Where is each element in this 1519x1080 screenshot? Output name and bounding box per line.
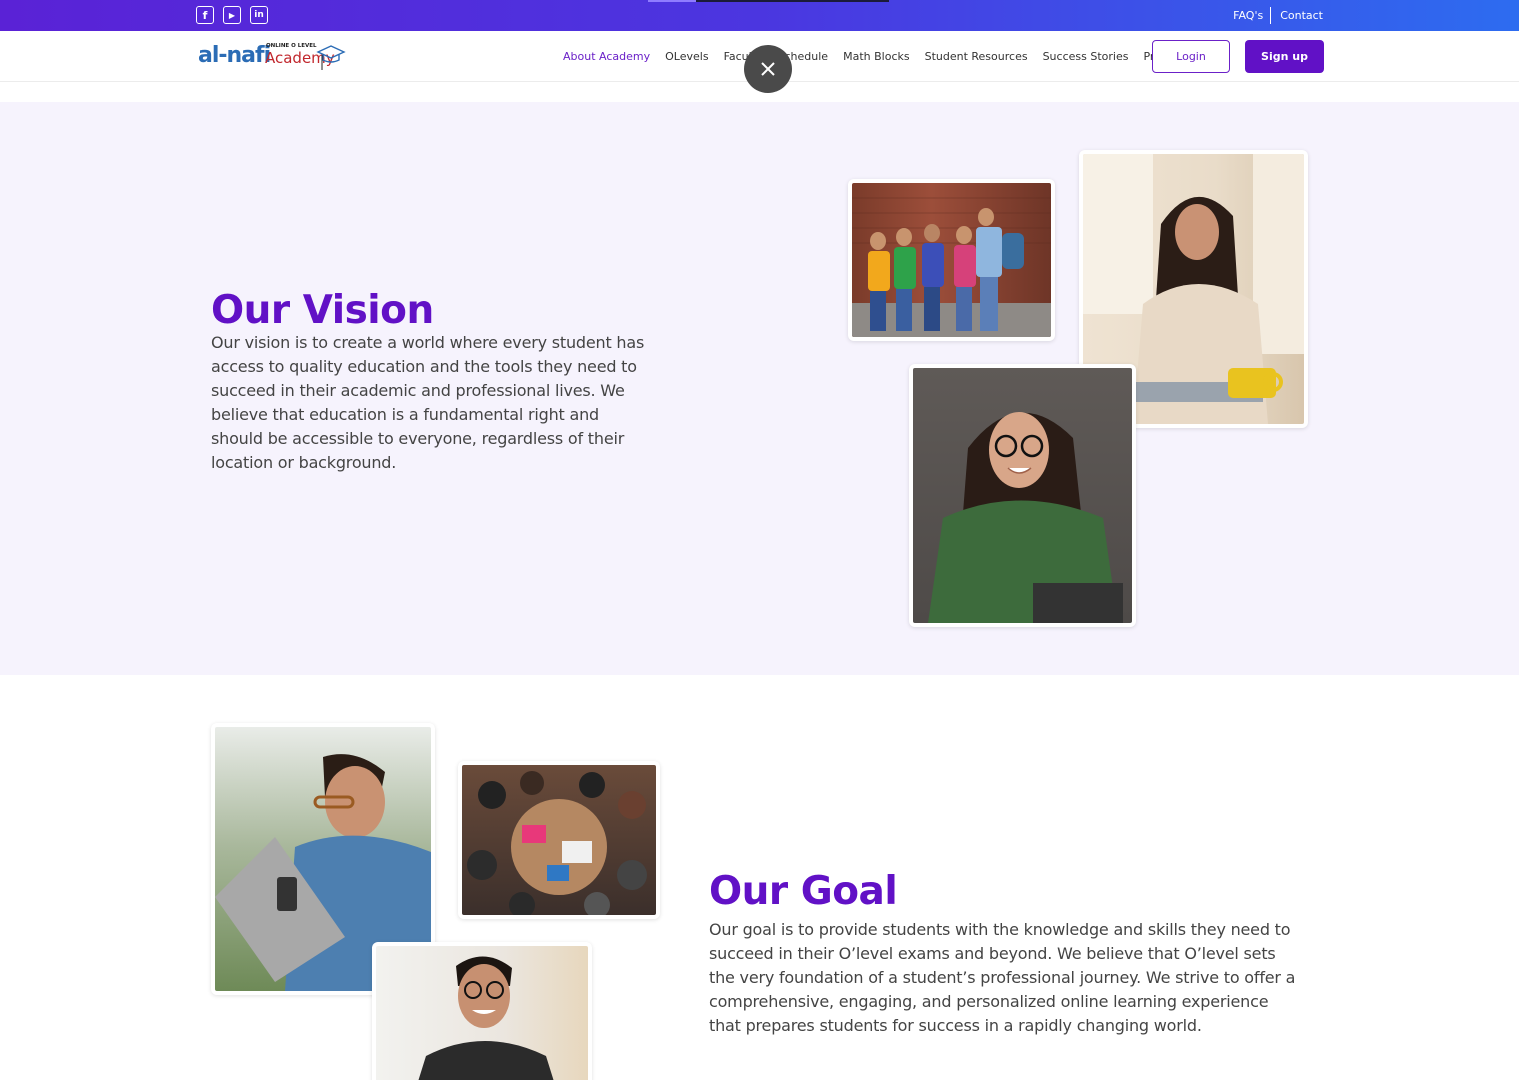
girl-glasses-image <box>928 412 1123 623</box>
top-links-divider <box>1270 7 1272 24</box>
vision-title: Our Vision <box>211 288 434 333</box>
youtube-icon[interactable]: ▶ <box>223 6 241 24</box>
nav-item-olevels[interactable]: OLevels <box>665 50 708 63</box>
students-table-image <box>467 771 647 915</box>
boy-jacket-image <box>418 956 554 1080</box>
alnafi-logo[interactable]: al-nafi ONLINE O LEVEL Academy <box>198 41 348 73</box>
nav-item-math-blocks[interactable]: Math Blocks <box>843 50 910 63</box>
nav-item-success-stories[interactable]: Success Stories <box>1043 50 1129 63</box>
facebook-icon[interactable]: f <box>196 6 214 24</box>
logo-brand-text: al-nafi <box>198 43 271 68</box>
signup-button[interactable]: Sign up <box>1245 40 1324 73</box>
faq-link[interactable]: FAQ's <box>1233 9 1263 22</box>
photo-girl-glasses <box>909 364 1136 627</box>
social-links: f ▶ in <box>196 6 268 24</box>
top-bar: f ▶ in FAQ's Contact <box>0 0 1519 31</box>
nav-item-about-academy[interactable]: About Academy <box>563 50 650 63</box>
contact-link[interactable]: Contact <box>1280 9 1323 22</box>
nav-menu: About Academy OLevels Faculty Schedule M… <box>563 50 1196 63</box>
photo-boy-jacket <box>372 942 592 1080</box>
vision-text: Our vision is to create a world where ev… <box>211 333 645 472</box>
photo-students-table <box>458 761 660 919</box>
goal-text: Our goal is to provide students with the… <box>709 920 1296 1035</box>
photo-group-students <box>848 179 1055 341</box>
group-students-image <box>852 197 1051 337</box>
page-load-progress-fill <box>648 0 697 2</box>
nav-item-student-resources[interactable]: Student Resources <box>925 50 1028 63</box>
close-overlay-button[interactable] <box>744 45 792 93</box>
top-links: FAQ's Contact <box>1233 7 1323 24</box>
graduation-cap-icon <box>316 45 346 70</box>
goal-title: Our Goal <box>709 869 898 914</box>
login-button[interactable]: Login <box>1152 40 1230 73</box>
linkedin-icon[interactable]: in <box>250 6 268 24</box>
close-icon <box>761 62 775 76</box>
page-load-progress <box>648 0 889 2</box>
